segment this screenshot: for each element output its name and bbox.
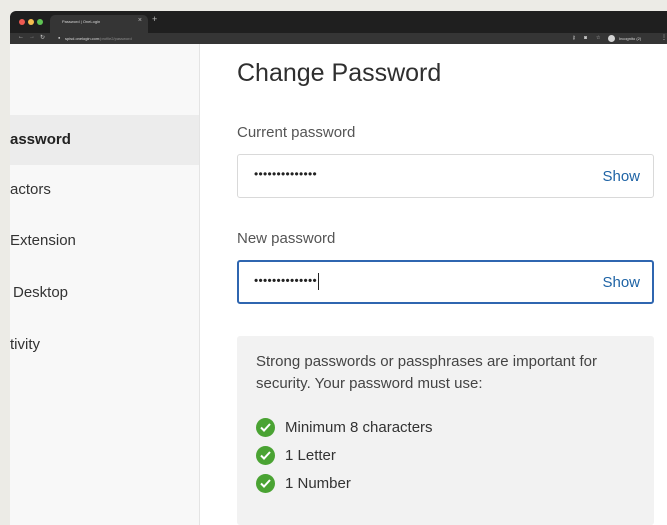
forward-arrow-icon[interactable]: → [29,34,35,40]
lock-icon[interactable]: ● [58,35,60,40]
maximize-window-button[interactable] [37,19,43,25]
star-icon[interactable]: ☆ [596,35,600,41]
close-window-button[interactable] [19,19,25,25]
new-password-value: •••••••••••••• [254,273,318,288]
text-caret [318,273,320,290]
page-title: Change Password [237,59,442,87]
sidebar-item-activity[interactable]: tivity [10,320,199,370]
current-password-label: Current password [237,124,356,141]
checkmark-icon [256,446,275,465]
password-requirements-panel: Strong passwords or passphrases are impo… [237,336,654,525]
show-current-password-button[interactable]: Show [602,168,640,185]
sidebar: assword actors Extension Desktop tivity [10,44,200,525]
checkmark-icon [256,418,275,437]
minimize-window-button[interactable] [28,19,34,25]
new-password-label: New password [237,230,336,247]
current-password-value: •••••••••••••• [254,167,318,181]
new-password-field[interactable]: •••••••••••••• Show [237,260,654,304]
sidebar-item-label: assword [10,131,71,148]
new-tab-icon[interactable]: + [152,14,157,24]
new-password-value-wrap: •••••••••••••• [254,273,320,290]
browser-tab[interactable]: Password | OneLogin × [50,15,148,33]
url-path: /profile2/password [99,36,132,41]
sidebar-item-label: Extension [10,232,76,249]
address-bar[interactable]: spisd.onelogin.com/profile2/password [65,36,132,41]
sidebar-item-extension[interactable]: Extension [10,216,199,266]
sidebar-item-desktop[interactable]: Desktop [10,268,199,318]
url-host: spisd.onelogin.com [65,36,100,41]
requirement-label: 1 Letter [285,447,336,464]
key-icon[interactable]: ⚷ [572,35,576,41]
requirements-intro: Strong passwords or passphrases are impo… [256,353,597,392]
show-new-password-button[interactable]: Show [602,274,640,291]
tab-strip: Password | OneLogin × + [10,11,667,33]
sidebar-item-label: actors [10,181,51,198]
incognito-avatar-icon[interactable] [608,35,615,42]
browser-window: Password | OneLogin × + ← → ↻ ● spisd.on… [10,11,667,525]
incognito-label[interactable]: Incognito (2) [619,36,641,41]
tab-close-icon[interactable]: × [138,17,142,24]
camera-blocked-icon[interactable]: ◙ [584,35,587,41]
more-menu-icon[interactable]: ⋮ [661,34,667,41]
current-password-field[interactable]: •••••••••••••• Show [237,154,654,198]
sidebar-item-password[interactable]: assword [10,115,199,165]
sidebar-item-label: tivity [10,336,40,353]
requirement-label: 1 Number [285,475,351,492]
tab-title: Password | OneLogin [62,19,101,24]
reload-icon[interactable]: ↻ [40,34,45,41]
browser-toolbar: ← → ↻ ● spisd.onelogin.com/profile2/pass… [10,33,667,44]
checkmark-icon [256,474,275,493]
sidebar-item-label: Desktop [13,284,69,301]
sidebar-item-factors[interactable]: actors [10,165,199,215]
back-arrow-icon[interactable]: ← [18,34,24,40]
requirement-label: Minimum 8 characters [285,419,433,436]
